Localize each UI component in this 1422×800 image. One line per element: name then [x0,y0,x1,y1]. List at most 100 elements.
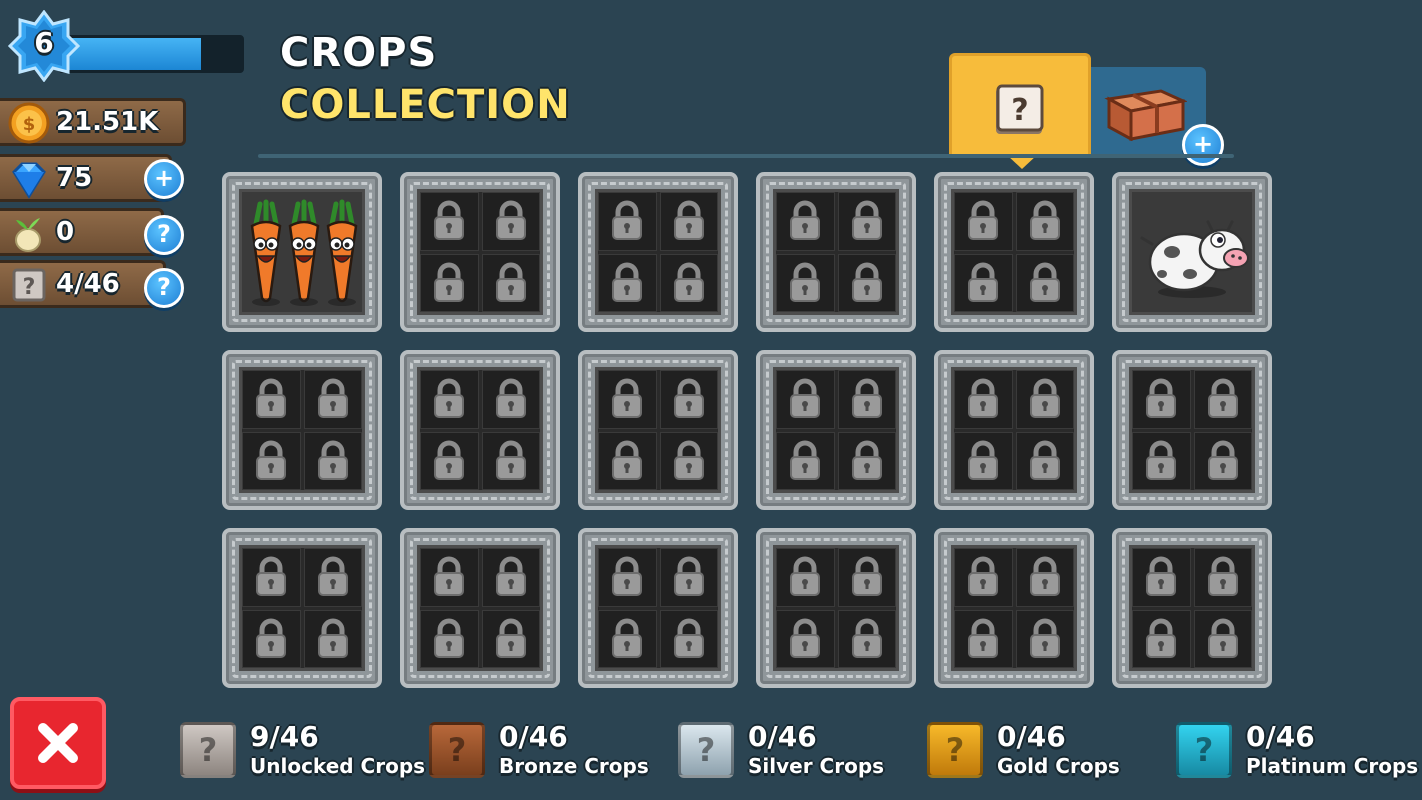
lock-slot [954,609,1013,668]
lock-slot [481,192,540,251]
lock-slot [954,548,1013,607]
lock-slot [420,192,479,251]
lock-slot [954,431,1013,490]
lock-icon [612,262,643,302]
header-divider [258,154,1234,158]
lock-slot [303,609,362,668]
seeds-value: 0 [56,217,75,247]
lock-slot [659,370,718,429]
lock-slot [420,609,479,668]
locked-card-grid [773,367,899,493]
lock-icon [968,618,999,658]
lock-icon [317,618,348,658]
seeds-help-button[interactable]: ? [144,215,184,255]
close-button[interactable] [10,697,106,789]
lock-slot [481,431,540,490]
locked-crop-card[interactable] [222,528,382,688]
locked-crop-card[interactable] [934,528,1094,688]
lock-icon [790,618,821,658]
lock-slot [242,548,301,607]
seed-bulb-icon [15,218,41,252]
locked-crop-card[interactable] [578,350,738,510]
lock-icon [612,618,643,658]
lock-slot [659,431,718,490]
stat-label: Silver Crops [748,754,885,778]
svg-text:?: ? [23,275,36,300]
cards-help-button[interactable]: ? [144,268,184,308]
title-crops: CROPS [280,30,438,76]
stat-value: 0/46 [1246,720,1315,753]
gems-value: 75 [56,163,93,193]
add-gems-button[interactable]: + [144,159,184,199]
lock-slot [598,431,657,490]
lock-icon [495,262,526,302]
lock-slot [837,192,896,251]
locked-crop-card[interactable] [756,350,916,510]
lock-icon [790,440,821,480]
carrot-crop-card[interactable] [222,172,382,332]
cards-tab[interactable]: ? [949,53,1091,157]
lock-icon [495,618,526,658]
locked-crop-card[interactable] [756,528,916,688]
lock-icon [851,618,882,658]
lock-icon [1029,200,1060,241]
lock-icon [317,556,348,597]
cow-crop-card[interactable] [1112,172,1272,332]
svg-text:?: ? [1011,93,1028,128]
locked-crop-card[interactable] [400,172,560,332]
lock-slot [303,370,362,429]
locked-crop-card[interactable] [1112,528,1272,688]
locked-crop-card[interactable] [578,528,738,688]
lock-slot [1132,609,1191,668]
add-chest-button[interactable]: + [1182,124,1224,166]
locked-crop-card[interactable] [934,172,1094,332]
locked-crop-card[interactable] [578,172,738,332]
locked-card-grid [773,545,899,671]
locked-card-grid [239,367,365,493]
lock-slot [242,609,301,668]
question-card-icon: ? [12,268,46,302]
carrots-icon [250,199,358,306]
lock-icon [851,262,882,302]
locked-card-grid [417,367,543,493]
lock-slot [659,609,718,668]
lock-icon [1146,378,1177,419]
stat-value: 9/46 [250,720,319,753]
lock-icon [968,440,999,480]
lock-slot [1015,609,1074,668]
locked-card-grid [595,367,721,493]
lock-slot [1132,370,1191,429]
title-collection: COLLECTION [280,82,571,128]
locked-crop-card[interactable] [400,528,560,688]
lock-icon [790,556,821,597]
lock-icon [434,556,465,597]
lock-slot [659,548,718,607]
lock-slot [420,548,479,607]
lock-icon [1207,618,1238,658]
lock-icon [1207,556,1238,597]
question-card-icon: ? [1176,722,1232,778]
lock-slot [1015,431,1074,490]
lock-icon [434,378,465,419]
lock-icon [968,200,999,241]
locked-crop-card[interactable] [400,350,560,510]
lock-slot [242,370,301,429]
locked-crop-card[interactable] [222,350,382,510]
locked-crop-card[interactable] [1112,350,1272,510]
lock-slot [1015,370,1074,429]
lock-slot [1193,370,1252,429]
lock-icon [673,378,704,419]
stat-value: 0/46 [499,720,568,753]
lock-slot [1193,431,1252,490]
locked-crop-card[interactable] [756,172,916,332]
locked-crop-card[interactable] [934,350,1094,510]
lock-icon [256,618,287,658]
gem-icon [12,162,46,199]
crop-card-art [1129,189,1255,315]
lock-icon [673,262,704,302]
lock-icon [612,200,643,241]
lock-icon [1207,440,1238,480]
level-display: 6 [8,10,248,82]
lock-slot [837,609,896,668]
locked-card-grid [951,367,1077,493]
